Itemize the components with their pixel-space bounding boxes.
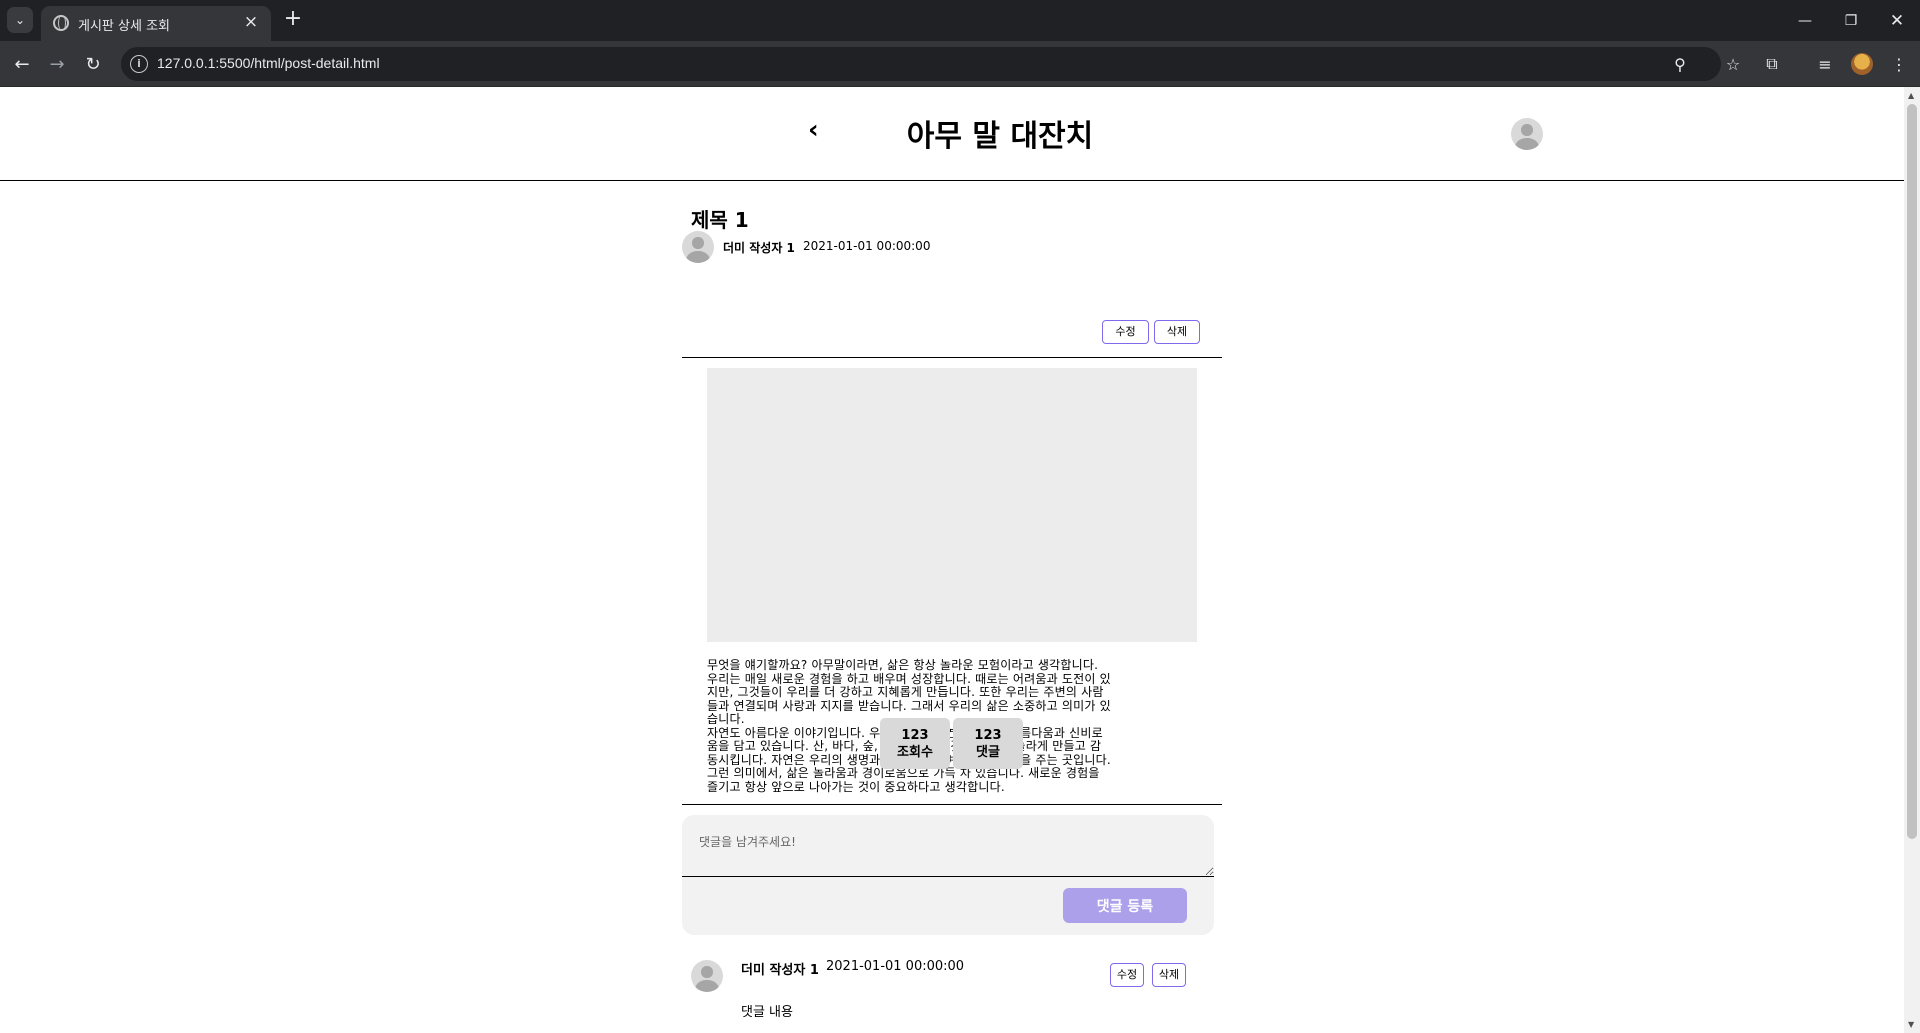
browser-tab[interactable]: 게시판 상세 조회 × xyxy=(41,6,271,41)
views-label: 조회수 xyxy=(897,745,933,760)
comments-count: 123 xyxy=(974,728,1002,743)
vertical-scrollbar[interactable]: ▲ ▼ xyxy=(1904,87,1920,1033)
comment-text: 댓글 내용 xyxy=(741,1005,793,1020)
page-title: 아무 말 대잔치 xyxy=(906,119,1094,154)
globe-icon xyxy=(53,15,69,31)
comment-submit-button[interactable]: 댓글 등록 xyxy=(1063,888,1187,923)
post-author: 더미 작성자 1 xyxy=(723,241,795,255)
profile-avatar[interactable] xyxy=(1851,53,1873,75)
delete-comment-button[interactable]: 삭제 xyxy=(1152,963,1186,987)
comment-section-divider xyxy=(682,804,1222,805)
browser-toolbar: ← → ↻ i 127.0.0.1:5500/html/post-detail.… xyxy=(0,41,1920,87)
page-viewport: ‹ 아무 말 대잔치 제목 1 더미 작성자 1 2021-01-01 00:0… xyxy=(0,87,1904,1033)
author-avatar xyxy=(682,231,714,263)
browser-tab-bar: ⌄ 게시판 상세 조회 × + — ❐ ✕ xyxy=(0,0,1920,41)
tab-title: 게시판 상세 조회 xyxy=(78,19,170,34)
post-title: 제목 1 xyxy=(691,208,749,232)
comment-author: 더미 작성자 1 xyxy=(741,963,819,978)
post-image xyxy=(707,368,1197,642)
restore-icon[interactable]: ❐ xyxy=(1828,0,1874,41)
zoom-icon[interactable]: ⚲ xyxy=(1669,53,1691,75)
info-icon[interactable]: i xyxy=(130,55,148,73)
chevron-down-icon[interactable]: ⌄ xyxy=(7,7,33,33)
scroll-up-icon[interactable]: ▲ xyxy=(1908,91,1914,100)
scroll-thumb[interactable] xyxy=(1907,104,1917,839)
delete-post-button[interactable]: 삭제 xyxy=(1154,320,1200,344)
chevron-left-icon[interactable]: ‹ xyxy=(808,115,819,145)
address-bar[interactable]: i 127.0.0.1:5500/html/post-detail.html ⚲… xyxy=(121,47,1740,81)
puzzle-icon[interactable]: ⧉ xyxy=(1760,52,1784,76)
post-header-divider xyxy=(682,357,1222,358)
comment-date: 2021-01-01 00:00:00 xyxy=(826,959,965,974)
arrow-right-icon[interactable]: → xyxy=(43,50,71,78)
star-icon[interactable]: ☆ xyxy=(1722,53,1744,75)
kebab-menu-icon[interactable]: ⋮ xyxy=(1887,52,1911,76)
close-icon[interactable]: × xyxy=(241,12,261,32)
media-queue-icon[interactable]: ≡ xyxy=(1813,52,1837,76)
arrow-left-icon[interactable]: ← xyxy=(8,50,36,78)
reload-icon[interactable]: ↻ xyxy=(79,50,107,78)
comment-input[interactable] xyxy=(682,815,1214,877)
minimize-icon[interactable]: — xyxy=(1782,0,1828,41)
views-stat: 123 조회수 xyxy=(880,718,950,769)
edit-comment-button[interactable]: 수정 xyxy=(1110,963,1144,987)
comments-stat: 123 댓글 xyxy=(953,718,1023,769)
plus-icon[interactable]: + xyxy=(282,8,304,30)
post-body: 무엇을 얘기할까요? 아무말이라면, 삶은 항상 놀라운 모험이라고 생각합니다… xyxy=(707,658,1111,794)
edit-post-button[interactable]: 수정 xyxy=(1102,320,1149,344)
post-date: 2021-01-01 00:00:00 xyxy=(803,239,931,253)
comment-author-avatar xyxy=(691,960,723,992)
comments-label: 댓글 xyxy=(976,745,1000,760)
window-close-icon[interactable]: ✕ xyxy=(1874,0,1920,41)
comment-form: 댓글 등록 xyxy=(682,815,1214,935)
scroll-down-icon[interactable]: ▼ xyxy=(1908,1020,1914,1029)
url-text[interactable]: 127.0.0.1:5500/html/post-detail.html xyxy=(157,55,380,71)
user-avatar-icon[interactable] xyxy=(1511,118,1543,150)
site-header: ‹ 아무 말 대잔치 xyxy=(0,87,1904,181)
views-count: 123 xyxy=(901,728,929,743)
